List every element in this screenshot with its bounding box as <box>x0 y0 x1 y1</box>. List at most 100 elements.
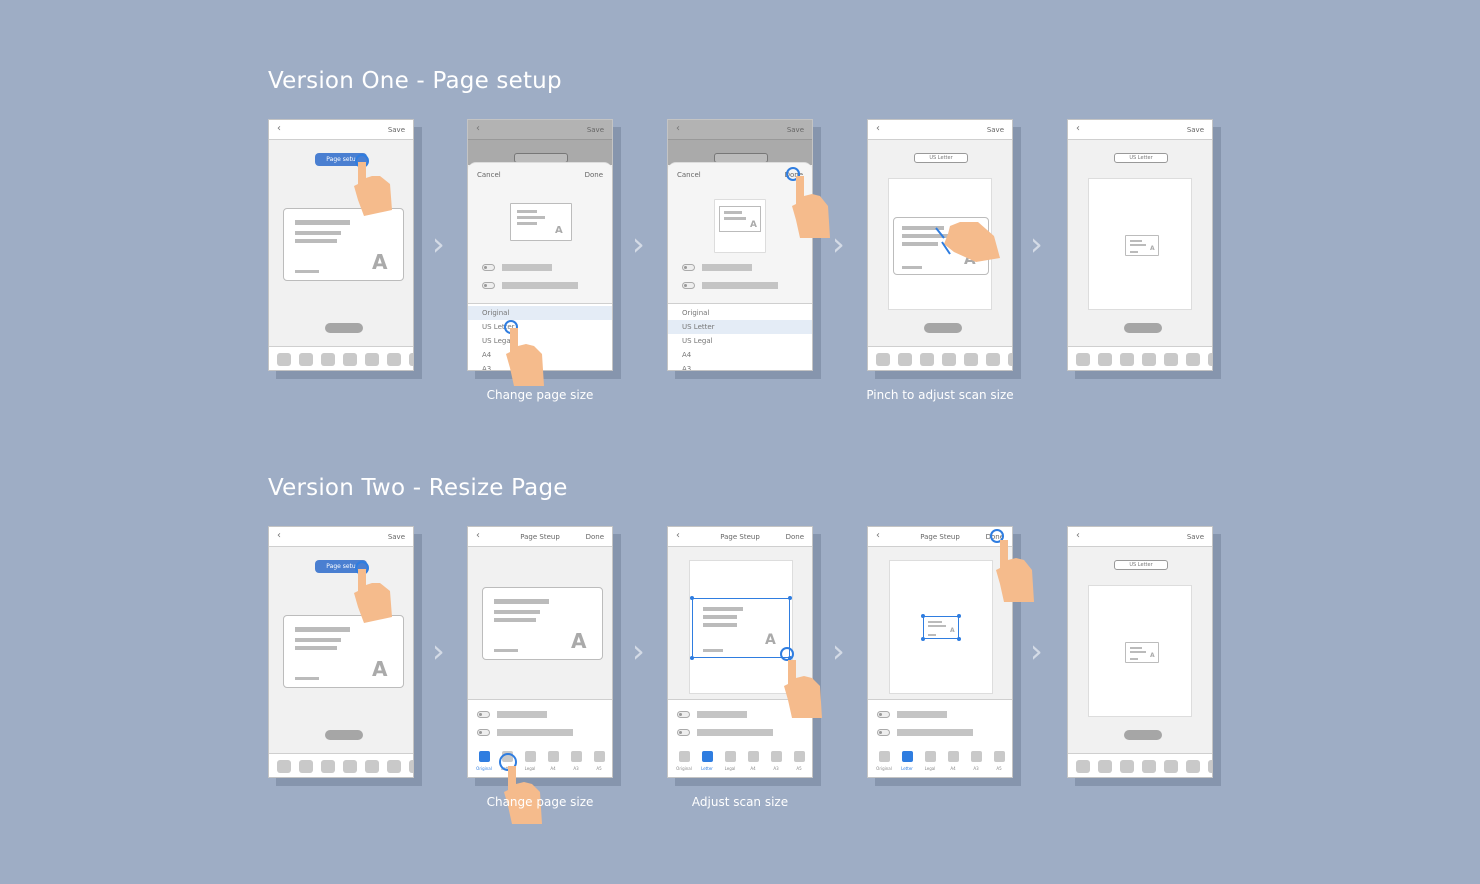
crop-handle[interactable] <box>921 637 925 641</box>
page-size-badge[interactable]: US Letter <box>1114 560 1168 570</box>
toggle-icon[interactable] <box>877 711 890 718</box>
size-chip-a3[interactable] <box>971 751 982 762</box>
page-canvas: A <box>689 560 793 694</box>
size-chip-original[interactable] <box>679 751 690 762</box>
done-button[interactable]: Done <box>786 533 804 541</box>
chevron-left-icon[interactable]: ‹ <box>277 530 281 542</box>
toggle-icon[interactable] <box>482 264 495 271</box>
save-button[interactable]: Save <box>1187 533 1204 541</box>
v2-screen-4: ‹ Page Steup Done A Original Letter Lega… <box>867 526 1013 778</box>
save-button[interactable]: Save <box>1187 126 1204 134</box>
chevron-left-icon[interactable]: ‹ <box>1076 123 1080 135</box>
bottom-toolbar <box>269 346 413 370</box>
size-option-us-legal[interactable]: US Legal <box>468 334 612 348</box>
size-chip-letter[interactable] <box>902 751 913 762</box>
toggle-icon[interactable] <box>482 282 495 289</box>
page-size-list: Original US Letter US Legal A4 A3 <box>668 303 812 370</box>
size-option-a4[interactable]: A4 <box>668 348 812 362</box>
size-chip-a4[interactable] <box>548 751 559 762</box>
crop-handle[interactable] <box>690 596 694 600</box>
size-option-original[interactable]: Original <box>468 306 612 320</box>
capture-button[interactable] <box>924 323 962 333</box>
capture-button[interactable] <box>1124 730 1162 740</box>
toggle-icon[interactable] <box>682 282 695 289</box>
save-button[interactable]: Save <box>987 126 1004 134</box>
adobe-logo-icon: A <box>1150 245 1155 252</box>
cancel-button[interactable]: Cancel <box>677 171 701 179</box>
crop-handle[interactable] <box>788 596 792 600</box>
size-option-us-letter[interactable]: US Letter <box>468 320 612 334</box>
size-option-original[interactable]: Original <box>668 306 812 320</box>
save-button[interactable]: Save <box>587 126 604 134</box>
size-chip-a3[interactable] <box>771 751 782 762</box>
chevron-left-icon[interactable]: ‹ <box>1076 530 1080 542</box>
top-bar: ‹ Save <box>1068 527 1212 547</box>
capture-button[interactable] <box>325 730 363 740</box>
size-chip-legal[interactable] <box>525 751 536 762</box>
toggle-icon[interactable] <box>677 729 690 736</box>
size-option-a3[interactable]: A3 <box>668 362 812 370</box>
chevron-left-icon[interactable]: ‹ <box>476 123 480 135</box>
tap-indicator <box>990 529 1004 543</box>
page-size-badge[interactable]: US Letter <box>1114 153 1168 163</box>
size-chip-legal[interactable] <box>725 751 736 762</box>
page-setup-button[interactable]: Page setu <box>315 153 367 166</box>
size-option-a3[interactable]: A3 <box>468 362 612 370</box>
size-option-us-letter[interactable]: US Letter <box>668 320 812 334</box>
size-chip-legal[interactable] <box>925 751 936 762</box>
adobe-logo-icon: A <box>765 632 776 648</box>
done-button[interactable]: Done <box>586 533 604 541</box>
size-chip-a4[interactable] <box>748 751 759 762</box>
done-button[interactable]: Done <box>585 171 603 179</box>
size-chip-a5[interactable] <box>994 751 1005 762</box>
save-button[interactable]: Save <box>388 126 405 134</box>
toggle-icon[interactable] <box>477 729 490 736</box>
size-chip-a3[interactable] <box>571 751 582 762</box>
size-chip-label: A5 <box>796 766 802 771</box>
save-button[interactable]: Save <box>787 126 804 134</box>
toggle-icon[interactable] <box>477 711 490 718</box>
capture-button[interactable] <box>325 323 363 333</box>
capture-button[interactable] <box>1124 323 1162 333</box>
size-chip-original[interactable] <box>879 751 890 762</box>
crop-handle[interactable] <box>690 656 694 660</box>
crop-handle[interactable] <box>957 637 961 641</box>
top-bar: ‹ Page Steup Done <box>468 527 612 547</box>
top-bar: ‹ Save <box>868 120 1012 140</box>
cancel-button[interactable]: Cancel <box>477 171 501 179</box>
crop-box[interactable]: A <box>921 614 961 641</box>
chevron-left-icon[interactable]: ‹ <box>277 123 281 135</box>
crop-handle[interactable] <box>957 614 961 618</box>
page-canvas: A <box>888 178 992 310</box>
size-chip-a5[interactable] <box>594 751 605 762</box>
chevron-right-icon: › <box>1030 225 1043 263</box>
v2-screen-1: ‹ Save Page setu A <box>268 526 414 778</box>
toggle-icon[interactable] <box>877 729 890 736</box>
adobe-logo-icon: A <box>372 250 388 274</box>
save-button[interactable]: Save <box>388 533 405 541</box>
page-size-badge[interactable]: US Letter <box>914 153 968 163</box>
top-bar: ‹ Save <box>468 120 612 140</box>
size-chip-original[interactable] <box>479 751 490 762</box>
size-chip-label: A4 <box>550 766 556 771</box>
size-chip-label: Legal <box>524 766 536 771</box>
chevron-left-icon[interactable]: ‹ <box>876 123 880 135</box>
scan-preview: A <box>283 615 404 688</box>
size-option-us-legal[interactable]: US Legal <box>668 334 812 348</box>
size-chip-a5[interactable] <box>794 751 805 762</box>
size-chip-label: Letter <box>701 766 713 771</box>
crop-handle[interactable] <box>921 614 925 618</box>
top-bar: ‹ Save <box>668 120 812 140</box>
toggle-icon[interactable] <box>677 711 690 718</box>
crop-box[interactable]: A <box>690 596 792 660</box>
toggle-icon[interactable] <box>682 264 695 271</box>
page-setup-button[interactable]: Page setu <box>315 560 367 573</box>
size-chip-a4[interactable] <box>948 751 959 762</box>
chevron-right-icon: › <box>832 632 845 670</box>
v1-screen-4: ‹ Save US Letter A <box>867 119 1013 371</box>
chevron-left-icon[interactable]: ‹ <box>676 123 680 135</box>
section-title-version-one: Version One - Page setup <box>268 68 562 94</box>
size-chip-letter[interactable] <box>702 751 713 762</box>
adobe-logo-icon: A <box>571 629 587 653</box>
size-option-a4[interactable]: A4 <box>468 348 612 362</box>
